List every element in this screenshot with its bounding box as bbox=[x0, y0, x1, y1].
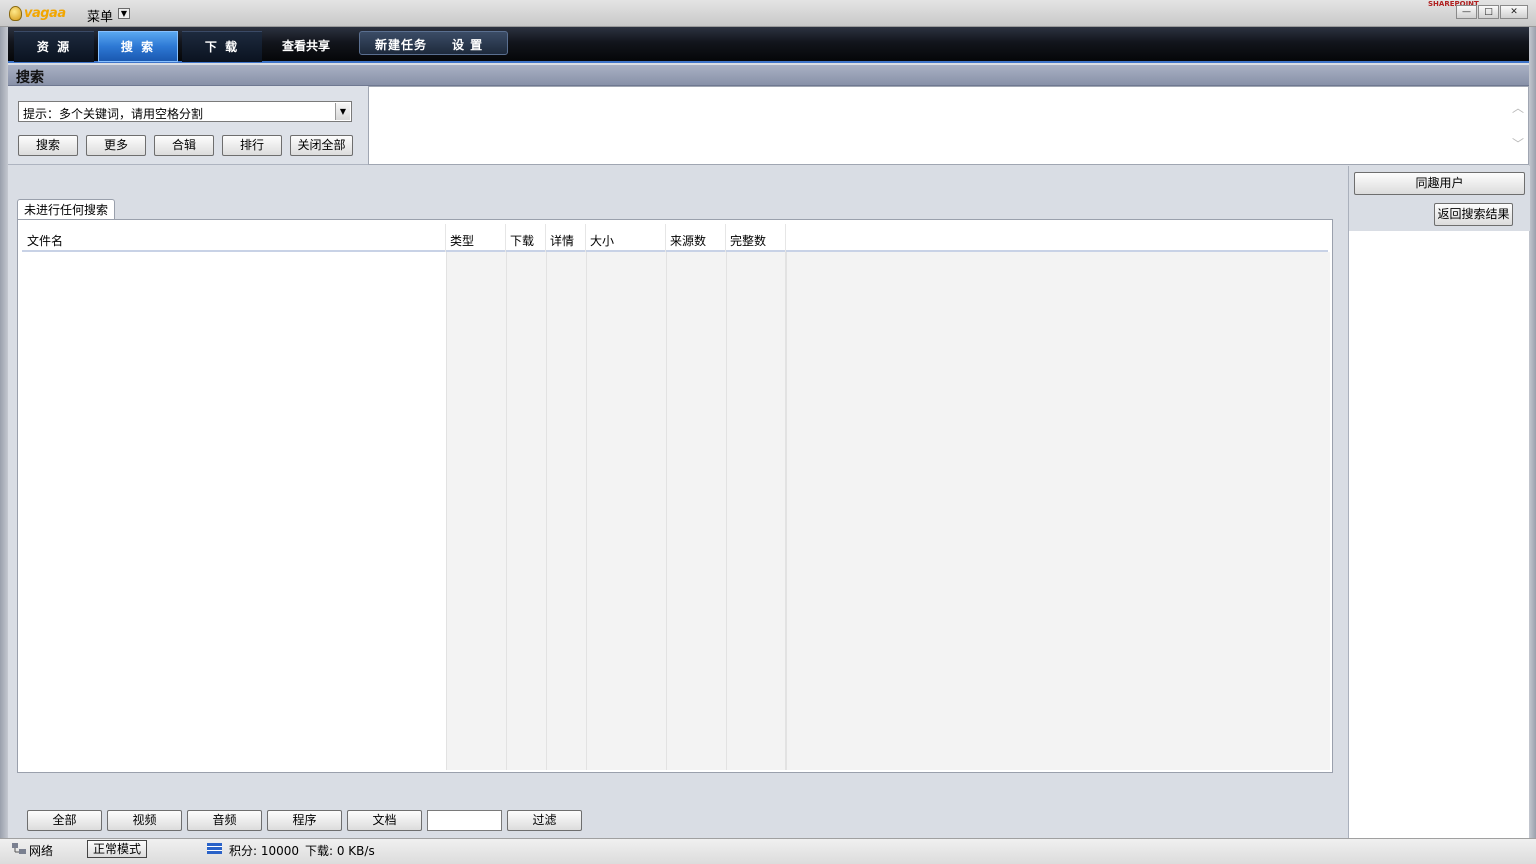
search-button[interactable]: 搜索 bbox=[18, 135, 78, 156]
filter-input[interactable] bbox=[427, 810, 502, 831]
network-status[interactable]: 网络 bbox=[29, 842, 53, 859]
filter-all-button[interactable]: 全部 bbox=[27, 810, 102, 831]
download-speed: 下载: 0 KB/s bbox=[305, 844, 375, 858]
filter-program-button[interactable]: 程序 bbox=[267, 810, 342, 831]
maximize-button[interactable]: □ bbox=[1478, 5, 1499, 19]
column-fill-size bbox=[586, 252, 666, 770]
nav-action-group: 新建任务 设 置 bbox=[359, 31, 508, 55]
chevron-down-icon[interactable]: ▼ bbox=[118, 8, 130, 19]
status-bar: 网络 正常模式 积分: 10000 下载: 0 KB/s bbox=[0, 838, 1536, 864]
search-info-area[interactable]: ︿ ﹀ bbox=[368, 86, 1529, 165]
column-fill-rest bbox=[786, 252, 1330, 770]
column-header-complete[interactable]: 完整数 bbox=[730, 232, 766, 249]
column-header-details[interactable]: 详情 bbox=[550, 232, 574, 249]
tab-search-result[interactable]: 未进行任何搜索 bbox=[17, 199, 115, 221]
right-panel-toolbar: 同趣用户 返回搜索结果 bbox=[1349, 166, 1530, 231]
main-menu[interactable]: 菜单 bbox=[87, 6, 113, 25]
app-logo-text: vagaa bbox=[24, 5, 66, 21]
column-header-size[interactable]: 大小 bbox=[590, 232, 614, 249]
search-panel: 提示：多个关键词，请用空格分割 ▼ 搜索 更多 合辑 排行 关闭全部 bbox=[8, 86, 368, 165]
network-icon bbox=[12, 843, 26, 854]
section-header: 搜索 bbox=[8, 65, 1529, 86]
column-fill-complete bbox=[726, 252, 786, 770]
search-keyword-value[interactable]: 提示：多个关键词，请用空格分割 bbox=[23, 105, 203, 122]
score-icon bbox=[207, 843, 222, 854]
tab-download[interactable]: 下 载 bbox=[182, 31, 262, 62]
tab-resources[interactable]: 资 源 bbox=[14, 31, 94, 62]
back-to-results-button[interactable]: 返回搜索结果 bbox=[1434, 203, 1513, 226]
tab-view-shared[interactable]: 查看共享 bbox=[266, 31, 346, 62]
page-title: 搜索 bbox=[16, 70, 44, 86]
results-table: 文件名 类型 下载 详情 大小 来源数 完整数 bbox=[17, 219, 1333, 773]
column-header-filename[interactable]: 文件名 bbox=[27, 232, 63, 249]
title-bar: vagaa 菜单 ▼ SHAREPOINT — □ ✕ bbox=[0, 0, 1536, 27]
right-panel: 同趣用户 返回搜索结果 bbox=[1348, 166, 1530, 838]
scroll-up-icon[interactable]: ︿ bbox=[1512, 99, 1524, 116]
filter-apply-button[interactable]: 过滤 bbox=[507, 810, 582, 831]
close-all-button[interactable]: 关闭全部 bbox=[290, 135, 353, 156]
settings-button[interactable]: 设 置 bbox=[452, 36, 483, 53]
table-header: 文件名 类型 下载 详情 大小 来源数 完整数 bbox=[22, 224, 1328, 252]
filter-video-button[interactable]: 视频 bbox=[107, 810, 182, 831]
filter-document-button[interactable]: 文档 bbox=[347, 810, 422, 831]
tab-search[interactable]: 搜 索 bbox=[98, 31, 178, 62]
scroll-down-icon[interactable]: ﹀ bbox=[1512, 135, 1524, 152]
lightbulb-icon bbox=[9, 5, 22, 21]
filter-audio-button[interactable]: 音频 bbox=[187, 810, 262, 831]
column-fill-sources bbox=[666, 252, 726, 770]
column-fill-details bbox=[546, 252, 586, 770]
filter-bar: 全部 视频 音频 程序 文档 过滤 bbox=[8, 802, 1344, 838]
results-area: 未进行任何搜索 文件名 类型 下载 详情 大小 来源数 完整数 全部 视频 音频 bbox=[8, 166, 1344, 838]
window-frame-left bbox=[0, 27, 8, 838]
mode-button[interactable]: 正常模式 bbox=[87, 840, 147, 858]
main-nav: 资 源 搜 索 下 载 查看共享 新建任务 设 置 bbox=[8, 27, 1529, 63]
app-logo: vagaa bbox=[9, 4, 66, 22]
column-header-sources[interactable]: 来源数 bbox=[670, 232, 706, 249]
ranking-button[interactable]: 排行 bbox=[222, 135, 282, 156]
chevron-down-icon[interactable]: ▼ bbox=[335, 103, 350, 120]
minimize-button[interactable]: — bbox=[1456, 5, 1477, 19]
similar-users-button[interactable]: 同趣用户 bbox=[1354, 172, 1525, 195]
column-fill-download bbox=[506, 252, 546, 770]
close-button[interactable]: ✕ bbox=[1500, 5, 1528, 19]
search-keyword-combo[interactable]: 提示：多个关键词，请用空格分割 ▼ bbox=[18, 101, 352, 122]
column-fill-type bbox=[446, 252, 506, 770]
column-header-type[interactable]: 类型 bbox=[450, 232, 474, 249]
new-task-button[interactable]: 新建任务 bbox=[375, 36, 427, 53]
window-frame-right bbox=[1529, 27, 1536, 838]
collection-button[interactable]: 合辑 bbox=[154, 135, 214, 156]
score-value: 积分: 10000 bbox=[229, 844, 300, 858]
column-header-download[interactable]: 下载 bbox=[510, 232, 534, 249]
more-button[interactable]: 更多 bbox=[86, 135, 146, 156]
